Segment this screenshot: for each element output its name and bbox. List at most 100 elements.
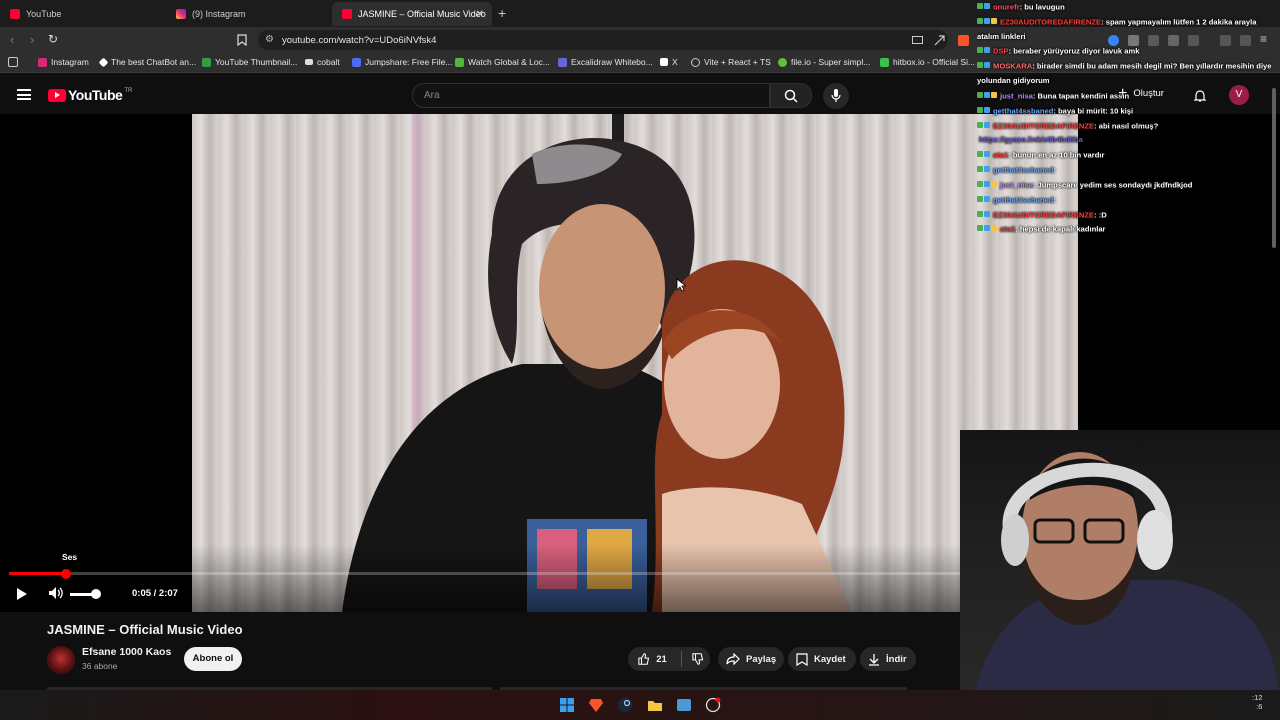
chat-text: : beraber yürüyoruz diyor lavuk amk: [1008, 46, 1140, 56]
share-arrow-icon: [726, 653, 740, 665]
back-icon[interactable]: ‹: [10, 32, 14, 47]
taskbar-clock[interactable]: :12 :6: [1252, 693, 1262, 711]
like-dislike-group: 21: [628, 647, 710, 671]
address-bar[interactable]: ⚙ youtube.com/watch?v=UDo6iNVfsk4: [258, 30, 948, 50]
instagram-favicon-icon: [176, 9, 186, 19]
logo-text: YouTube: [68, 87, 123, 103]
channel-avatar[interactable]: [47, 646, 75, 674]
tab-jasmine[interactable]: JASMINE – Official Music Video ✕: [332, 2, 492, 26]
download-button[interactable]: İndir: [860, 647, 916, 671]
bookmark-yt-thumbnail[interactable]: YouTube Thumbnail...: [202, 57, 297, 67]
chat-badge-icon: [984, 106, 990, 113]
chat-badge-icon: [984, 210, 990, 217]
windows-taskbar: [0, 690, 1280, 720]
save-button[interactable]: Kaydet: [788, 647, 856, 671]
bookmark-vite[interactable]: Vite + React + TS: [691, 57, 771, 67]
clock-time: :12: [1252, 693, 1263, 702]
chat-message: getthat4ssbaned:: [977, 163, 1280, 178]
tab-instagram[interactable]: (9) Instagram: [166, 2, 331, 26]
close-tab-icon[interactable]: ✕: [476, 9, 484, 20]
chat-username: getthat4ssbaned: [993, 105, 1054, 115]
site-settings-icon[interactable]: ⚙: [265, 34, 274, 45]
steam-icon[interactable]: [617, 697, 633, 713]
brave-shield-icon[interactable]: [958, 35, 969, 46]
chat-badges-icon: [977, 178, 998, 193]
chat-badges-icon: [977, 104, 991, 119]
obs-record-icon[interactable]: [705, 697, 721, 713]
search-button[interactable]: [770, 83, 812, 108]
hitbox-icon: [880, 57, 889, 67]
file-explorer-icon[interactable]: [647, 697, 663, 713]
chat-badge-icon: [977, 106, 983, 113]
subscribe-button[interactable]: Abone ol: [184, 647, 242, 671]
share-label: Paylaş: [746, 653, 777, 665]
chat-text: : baya bi mürit: 10 kişi: [1053, 105, 1134, 115]
brave-browser-icon[interactable]: [588, 697, 604, 713]
bookmark-chatbot[interactable]: The best ChatBot an...: [98, 57, 197, 67]
chat-badge-icon: [984, 17, 990, 24]
bookmark-fileio[interactable]: file.io - Super simpl...: [778, 57, 870, 67]
volume-tooltip: Ses: [62, 552, 78, 562]
youtube-play-logo-icon: [48, 88, 66, 102]
chat-badges-icon: [977, 119, 991, 134]
apps-grid-icon[interactable]: [8, 57, 18, 67]
bookmark-x[interactable]: X: [660, 57, 678, 67]
video-frame[interactable]: [192, 114, 1078, 612]
fileio-icon: [778, 57, 787, 67]
search-input[interactable]: Ara: [412, 83, 770, 108]
streamer-webcam: [960, 430, 1280, 720]
chat-badge-icon: [977, 165, 983, 172]
chatbot-icon: [98, 57, 109, 67]
chat-text: : bunun en az 10 bin vardır: [1008, 150, 1105, 160]
new-tab-button[interactable]: +: [498, 5, 506, 21]
webcam-image: [970, 452, 1280, 720]
chat-message: getthat4ssbaned: baya bi mürit: 10 kişi: [977, 104, 1280, 119]
bookmark-label: cobalt: [317, 57, 340, 67]
chat-badge-icon: [977, 151, 983, 158]
chat-badge-icon: [984, 195, 990, 202]
youtube-logo[interactable]: YouTube TR: [48, 87, 132, 103]
tab-youtube[interactable]: YouTube: [0, 2, 165, 26]
chat-badge-icon: [991, 225, 997, 232]
bookmark-hitbox[interactable]: hitbox.io - Official Si...: [880, 57, 975, 67]
forward-icon[interactable]: ›: [30, 32, 34, 47]
channel-name[interactable]: Efsane 1000 Kaos: [82, 646, 171, 658]
chat-badge-icon: [984, 62, 990, 69]
windows-start-icon[interactable]: [559, 697, 575, 713]
hamburger-menu-icon[interactable]: [17, 89, 31, 100]
thumbs-up-icon[interactable]: [638, 652, 650, 666]
chat-badge-icon: [977, 121, 983, 128]
bookmark-excalidraw[interactable]: Excalidraw Whitebo...: [558, 57, 653, 67]
bookmark-instagram[interactable]: Instagram: [38, 57, 89, 67]
bookmark-watch-global[interactable]: Watch Global & Loc...: [455, 57, 550, 67]
play-icon[interactable]: [16, 587, 28, 601]
thumbs-down-icon[interactable]: [692, 652, 704, 666]
microphone-icon: [831, 89, 841, 102]
chat-badge-icon: [984, 225, 990, 232]
chat-username: EZ30AUDITOREDAFIRENZE: [993, 209, 1095, 219]
chat-text: : hepsi de kapalı kadınlar: [1015, 224, 1106, 234]
chat-badges-icon: [977, 193, 991, 208]
volume-knob[interactable]: [90, 589, 101, 599]
like-count[interactable]: 21: [656, 654, 667, 665]
bookmark-label: The best ChatBot an...: [111, 57, 197, 67]
bookmark-icon[interactable]: [237, 34, 247, 46]
chat-badge-icon: [977, 210, 983, 217]
volume-icon[interactable]: [48, 586, 64, 600]
app-icon[interactable]: [676, 697, 692, 713]
url-text: youtube.com/watch?v=UDo6iNVfsk4: [282, 35, 437, 46]
cobalt-icon: [305, 59, 313, 65]
share-icon[interactable]: [934, 35, 945, 46]
progress-scrubber[interactable]: [60, 568, 71, 579]
chat-message: just_nisa: Jumpscare yedim ses sondaydı …: [977, 178, 1280, 193]
cast-icon[interactable]: [912, 36, 923, 45]
reload-icon[interactable]: ↻: [48, 32, 58, 46]
page-scrollbar[interactable]: [1272, 88, 1276, 248]
region-code: TR: [124, 87, 133, 94]
voice-search-button[interactable]: [823, 83, 849, 109]
bookmark-jumpshare[interactable]: Jumpshare: Free File...: [352, 57, 452, 67]
share-button[interactable]: Paylaş: [718, 647, 784, 671]
bookmark-cobalt[interactable]: cobalt: [305, 57, 340, 67]
bookmark-label: Excalidraw Whitebo...: [571, 57, 653, 67]
youtube-favicon-icon: [342, 9, 352, 19]
